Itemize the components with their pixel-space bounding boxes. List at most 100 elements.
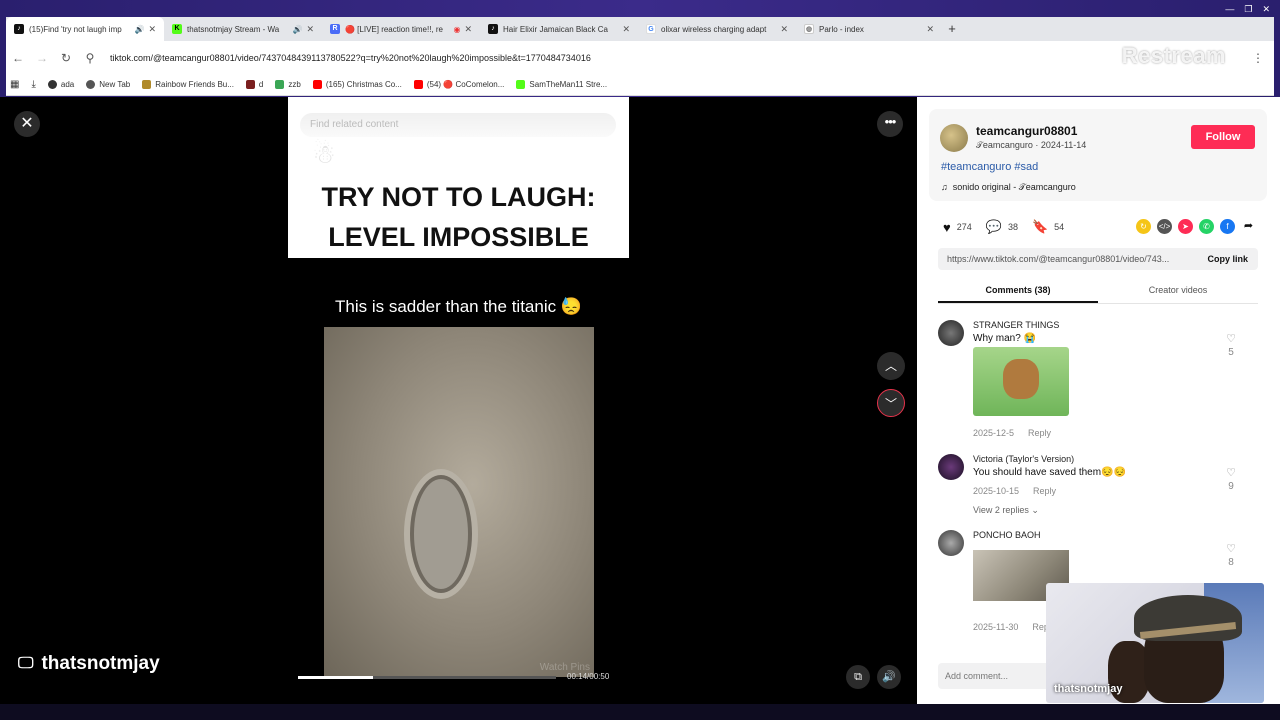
tab-4[interactable]: G olixar wireless charging adapt ✕: [638, 17, 796, 41]
commenter-name[interactable]: Victoria (Taylor's Version): [973, 454, 1074, 464]
bookmark-item[interactable]: (54) 🔴 CoComelon...: [413, 80, 504, 89]
close-tab-icon[interactable]: ✕: [622, 24, 630, 35]
commenter-name[interactable]: PONCHO BAOH: [973, 530, 1041, 540]
site-info-icon[interactable]: ⚲: [78, 51, 102, 65]
tab-2[interactable]: R 🔴 [LIVE] reaction time!!, re ◉ ✕: [322, 17, 480, 41]
forward-icon[interactable]: →: [30, 51, 54, 65]
previous-video-button[interactable]: ︿: [877, 352, 905, 380]
heart-outline-icon: ♡: [1226, 467, 1236, 479]
tab-creator-videos[interactable]: Creator videos: [1098, 280, 1258, 303]
bookmark-icon: 🔖: [1031, 219, 1049, 234]
close-tab-icon[interactable]: ✕: [926, 24, 934, 35]
facebook-icon[interactable]: f: [1220, 219, 1235, 234]
tab-title: (15)Find 'try not laugh imp: [29, 24, 122, 34]
like-button[interactable]: ♥ 274: [943, 220, 972, 235]
bookmarks-bar: ▦ ⤓ ada New Tab Rainbow Friends Bu... d …: [6, 74, 1274, 96]
address-bar: ← → ↻ ⚲ tiktok.com/@teamcangur08801/vide…: [6, 41, 1274, 74]
bookmark-item[interactable]: Rainbow Friends Bu...: [142, 80, 234, 89]
bookmark-item[interactable]: SamTheMan11 Stre...: [516, 80, 607, 89]
view-replies-button[interactable]: View 2 replies ⌄: [973, 505, 1039, 516]
comment-like[interactable]: ♡ 9: [1224, 466, 1238, 492]
close-icon: ✕: [20, 115, 34, 132]
pip-button[interactable]: ⧉: [846, 665, 870, 689]
commenter-avatar[interactable]: [938, 530, 964, 556]
commenter-name[interactable]: STRANGER THINGS: [973, 320, 1059, 330]
speaker-icon: 🔊: [882, 671, 896, 683]
restream-icon: R: [330, 24, 340, 34]
repost-icon[interactable]: ↻: [1136, 219, 1151, 234]
commenter-avatar[interactable]: [938, 320, 964, 346]
tab-3[interactable]: ♪ Hair Elixir Jamaican Black Ca ✕: [480, 17, 638, 41]
heart-outline-icon: ♡: [1226, 333, 1236, 345]
tab-5[interactable]: ◍ Parlo - index ✕: [796, 17, 942, 41]
speaker-icon[interactable]: 🔊: [134, 25, 144, 34]
tiktok-icon: ♪: [14, 24, 24, 34]
sound-link[interactable]: ♫ sonido original - 𝒯eamcanguro: [941, 182, 1076, 193]
bookmark-item[interactable]: zzb: [275, 80, 301, 89]
download-icon[interactable]: ⤓: [31, 79, 35, 90]
save-button[interactable]: 🔖 54: [1032, 219, 1064, 235]
restream-overlay-logo: Restream: [1121, 43, 1226, 68]
video-title-card: Find related content ☃ TRY NOT TO LAUGH:…: [288, 97, 629, 258]
youtube-icon: [413, 80, 423, 89]
follow-button[interactable]: Follow: [1191, 125, 1255, 149]
new-tab-button[interactable]: +: [942, 17, 962, 41]
comment-like[interactable]: ♡ 8: [1224, 542, 1238, 568]
url-field[interactable]: tiktok.com/@teamcangur08801/video/743704…: [110, 53, 1274, 63]
bookmark-item[interactable]: ada: [47, 80, 74, 89]
close-tab-icon[interactable]: ✕: [464, 24, 472, 35]
tab-title: olixar wireless charging adapt: [661, 24, 767, 34]
youtube-icon: [312, 80, 322, 89]
video-caption: This is sadder than the titanic 😓: [334, 297, 582, 316]
share-arrow-icon[interactable]: ➦: [1241, 219, 1256, 234]
video-progress-bar[interactable]: [298, 676, 556, 679]
bookmark-item[interactable]: d: [245, 80, 263, 89]
tab-0[interactable]: ♪ (15)Find 'try not laugh imp 🔊 ✕: [6, 17, 164, 41]
bookmark-item[interactable]: (165) Christmas Co...: [312, 80, 402, 89]
author-avatar[interactable]: [940, 124, 968, 152]
video-frame: Watch Pins: [324, 327, 594, 677]
next-video-button[interactable]: ﹀: [877, 389, 905, 417]
menu-icon[interactable]: ⋮: [1246, 51, 1270, 65]
close-tab-icon[interactable]: ✕: [780, 24, 788, 35]
embed-icon[interactable]: </>: [1157, 219, 1172, 234]
ellipsis-icon: •••: [884, 114, 897, 129]
hashtags[interactable]: #teamcanguro #sad: [941, 161, 1038, 173]
more-options-button[interactable]: •••: [877, 111, 903, 137]
recording-icon: ◉: [453, 24, 461, 34]
reload-icon[interactable]: ↻: [54, 51, 78, 65]
comment-button[interactable]: 💬 38: [986, 219, 1018, 235]
video-info-card: teamcangur08801 𝒯eamcanguro · 2024-11-14…: [929, 109, 1267, 201]
close-video-button[interactable]: ✕: [14, 111, 40, 137]
close-tab-icon[interactable]: ✕: [306, 24, 314, 35]
tab-title: Hair Elixir Jamaican Black Ca: [503, 24, 608, 34]
close-tab-icon[interactable]: ✕: [148, 24, 156, 35]
close-window-icon[interactable]: ✕: [1262, 0, 1270, 18]
tiktok-icon: ♪: [488, 24, 498, 34]
tab-comments[interactable]: Comments (38): [938, 280, 1098, 303]
back-icon[interactable]: ←: [6, 51, 30, 65]
comment-tabs: Comments (38) Creator videos: [938, 280, 1258, 304]
reply-button[interactable]: Reply: [1033, 486, 1056, 496]
streamer-name: thatsnotmjay: [41, 653, 160, 674]
copy-link-button[interactable]: Copy link: [1207, 248, 1248, 270]
send-icon[interactable]: ➤: [1178, 219, 1193, 234]
commenter-avatar[interactable]: [938, 454, 964, 480]
volume-button[interactable]: 🔊: [877, 665, 901, 689]
speaker-icon[interactable]: 🔊: [292, 25, 302, 34]
author-username[interactable]: teamcangur08801: [976, 124, 1077, 138]
minimize-icon[interactable]: —: [1225, 0, 1234, 18]
apps-icon[interactable]: ▦: [10, 79, 19, 90]
tab-1[interactable]: K thatsnotmjay Stream - Wa 🔊 ✕: [164, 17, 322, 41]
restore-icon[interactable]: ❐: [1244, 0, 1252, 18]
reply-button[interactable]: Reply: [1028, 428, 1051, 438]
video-player[interactable]: Find related content ☃ TRY NOT TO LAUGH:…: [288, 97, 629, 679]
drain-hole-image: [410, 475, 472, 593]
bookmark-item[interactable]: New Tab: [86, 80, 130, 89]
google-icon: G: [646, 24, 656, 34]
streamer-overlay: 🖵 thatsnotmjay: [18, 653, 160, 675]
comment-like[interactable]: ♡ 5: [1224, 332, 1238, 358]
whatsapp-icon[interactable]: ✆: [1199, 219, 1214, 234]
webcam-label: thatsnotmjay: [1054, 683, 1123, 695]
webcam-overlay: thatsnotmjay: [1046, 583, 1264, 703]
